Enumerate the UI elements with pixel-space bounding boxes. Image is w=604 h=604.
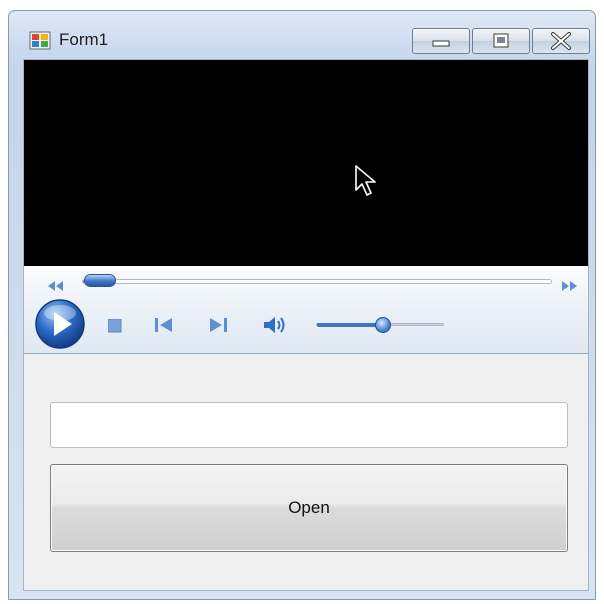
next-button[interactable] [208,317,228,337]
volume-thumb[interactable] [375,317,391,333]
minimize-icon [432,40,450,47]
rewind-icon[interactable] [48,276,64,295]
play-icon [35,299,85,349]
play-button[interactable] [34,298,86,350]
window-title: Form1 [59,30,109,49]
windows-form-icon [29,29,51,51]
stop-icon [107,318,122,333]
next-icon [210,318,227,332]
previous-icon [155,318,172,332]
speaker-icon [264,317,285,333]
seek-thumb[interactable] [84,274,116,287]
title-bar[interactable]: Form1 [9,11,595,59]
open-button[interactable]: Open [50,464,568,552]
form-client-area: Open [23,59,589,591]
form-window: Form1 Open [8,10,596,600]
previous-button[interactable] [154,317,174,337]
close-icon [551,32,571,50]
stop-button[interactable] [107,318,122,337]
minimize-button[interactable] [412,28,470,54]
media-controls [24,266,588,354]
volume-level-fill [317,323,380,327]
file-path-input[interactable] [50,402,568,448]
fast-forward-icon[interactable] [561,276,577,295]
seek-bar[interactable] [82,279,552,284]
mute-button[interactable] [262,314,290,340]
maximize-button[interactable] [472,28,530,54]
video-display[interactable] [24,60,588,266]
mouse-pointer-icon [354,164,380,202]
maximize-icon [493,33,509,48]
close-button[interactable] [532,28,590,54]
